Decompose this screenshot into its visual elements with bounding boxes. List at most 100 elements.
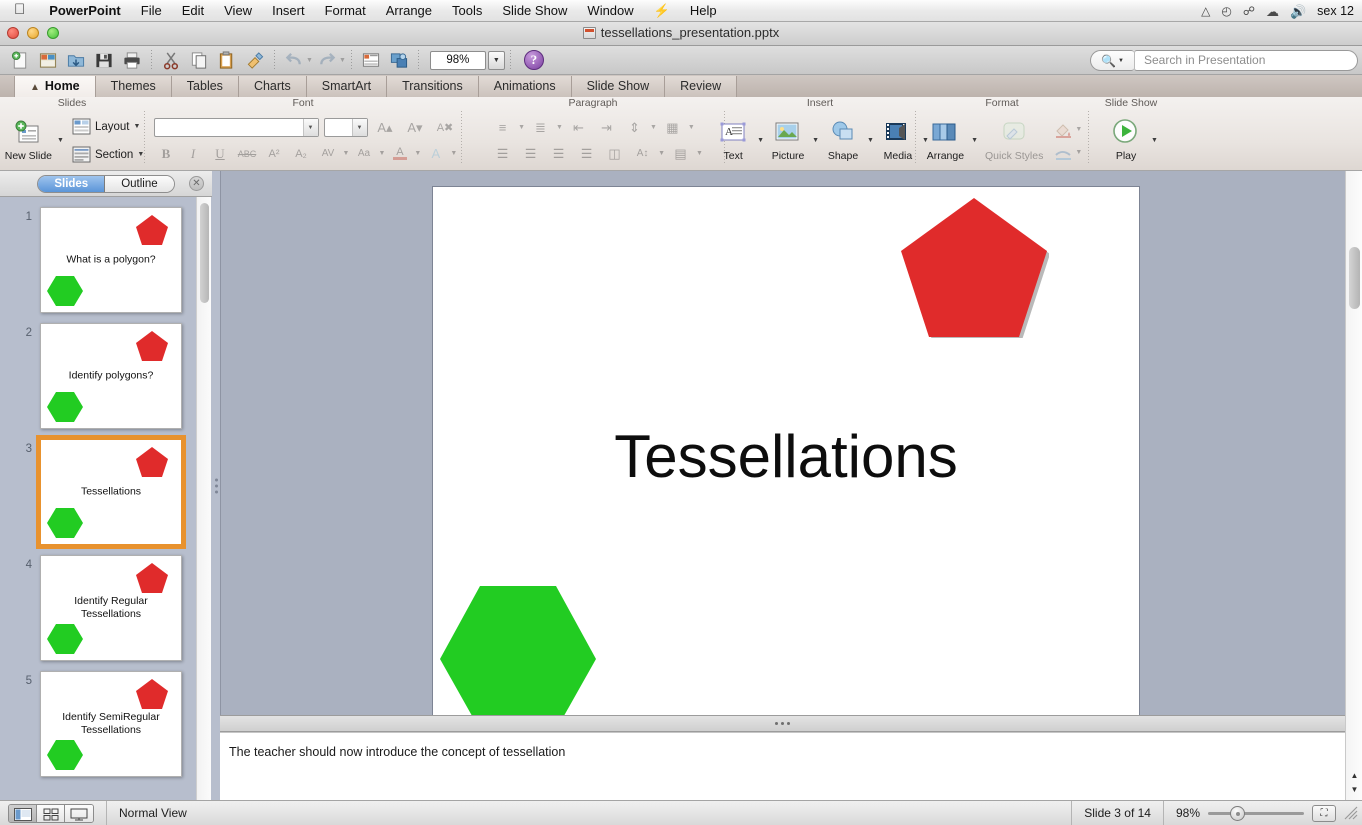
insert-shape-arrow[interactable]: ▼ xyxy=(867,137,874,144)
tab-smartart[interactable]: SmartArt xyxy=(306,76,386,97)
normal-view-button[interactable] xyxy=(9,805,37,823)
columns-button[interactable]: ▦ xyxy=(660,117,685,138)
redo-dropdown-arrow[interactable]: ▼ xyxy=(339,57,346,64)
new-slide-dropdown-arrow[interactable]: ▼ xyxy=(57,137,64,144)
volume-icon[interactable]: 🔊 xyxy=(1290,5,1306,18)
apple-logo-icon[interactable]:  xyxy=(14,2,25,17)
slide-canvas[interactable]: Tessellations xyxy=(432,186,1140,717)
drive-icon[interactable]: △ xyxy=(1201,5,1210,17)
slide-sorter-button[interactable] xyxy=(37,805,65,823)
menu-file[interactable]: File xyxy=(131,0,172,22)
help-button[interactable]: ? xyxy=(524,50,544,70)
list-item[interactable]: 5 Identify SemiRegular Tessellations xyxy=(0,661,196,777)
search-scope-button[interactable]: 🔍 ▼ xyxy=(1090,50,1134,71)
increase-indent-button[interactable]: ⇥ xyxy=(594,117,619,138)
menu-format[interactable]: Format xyxy=(315,0,376,22)
line-spacing-arrow[interactable]: ▼ xyxy=(650,124,657,131)
font-color-arrow[interactable]: ▼ xyxy=(414,150,421,157)
thumbnail-slide-2[interactable]: Identify polygons? xyxy=(40,323,182,429)
tab-transitions[interactable]: Transitions xyxy=(386,76,478,97)
open-file-button[interactable] xyxy=(63,48,89,72)
tab-slides[interactable]: Slides xyxy=(38,176,105,192)
menu-window[interactable]: Window xyxy=(577,0,643,22)
italic-button[interactable]: I xyxy=(181,143,206,164)
subscript-button[interactable]: A₂ xyxy=(289,143,314,164)
save-button[interactable] xyxy=(91,48,117,72)
list-item[interactable]: 2 Identify polygons? xyxy=(0,313,196,429)
tab-themes[interactable]: Themes xyxy=(95,76,171,97)
play-arrow[interactable]: ▼ xyxy=(1151,137,1158,144)
next-slide-button[interactable]: ▼ xyxy=(1348,782,1361,796)
slide-thumbnail-list[interactable]: 1 What is a polygon? 2 Identify polygons… xyxy=(0,197,196,800)
new-presentation-button[interactable] xyxy=(7,48,33,72)
menu-arrange[interactable]: Arrange xyxy=(376,0,442,22)
insert-picture-button[interactable]: Picture xyxy=(766,119,810,162)
menu-edit[interactable]: Edit xyxy=(172,0,214,22)
text-direction-button[interactable]: A↕ xyxy=(630,143,655,164)
change-case-button[interactable]: Aa xyxy=(351,143,376,164)
bluetooth-icon[interactable]: ☍ xyxy=(1243,5,1255,17)
redo-button[interactable] xyxy=(314,48,340,72)
notes-splitter-bar[interactable] xyxy=(220,715,1345,732)
bold-button[interactable]: B xyxy=(154,143,179,164)
character-spacing-button[interactable]: AV xyxy=(316,143,341,164)
convert-smartart-arrow[interactable]: ▼ xyxy=(696,150,703,157)
menu-tools[interactable]: Tools xyxy=(442,0,492,22)
zoom-value-field[interactable]: 98% xyxy=(430,51,486,70)
align-left-button[interactable]: ☰ xyxy=(490,143,515,164)
menu-help[interactable]: Help xyxy=(680,0,727,22)
new-from-template-button[interactable] xyxy=(35,48,61,72)
notes-pane[interactable]: The teacher should now introduce the con… xyxy=(220,732,1345,800)
undo-button[interactable] xyxy=(281,48,307,72)
close-icon[interactable]: ✕ xyxy=(189,176,204,191)
text-highlight-arrow[interactable]: ▼ xyxy=(450,150,457,157)
thumbnail-slide-5[interactable]: Identify SemiRegular Tessellations xyxy=(40,671,182,777)
align-center-button[interactable]: ☰ xyxy=(518,143,543,164)
character-spacing-arrow[interactable]: ▼ xyxy=(343,150,350,157)
undo-dropdown-arrow[interactable]: ▼ xyxy=(306,57,313,64)
media-browser-button[interactable] xyxy=(386,48,412,72)
play-button[interactable]: Play xyxy=(1104,119,1148,162)
bullets-button[interactable]: ≡ xyxy=(490,117,515,138)
underline-button[interactable]: U xyxy=(208,143,233,164)
main-vertical-scrollbar[interactable]: ▲ ▼ xyxy=(1345,171,1362,800)
shape-line-icon[interactable] xyxy=(1054,144,1073,161)
search-input[interactable]: Search in Presentation xyxy=(1134,50,1358,71)
text-highlight-button[interactable]: A xyxy=(423,143,448,164)
strikethrough-button[interactable]: ABC xyxy=(235,143,260,164)
flash-icon[interactable]: ⚡ xyxy=(644,0,680,22)
shape-line-arrow[interactable]: ▼ xyxy=(1075,149,1082,156)
section-button[interactable]: Section ▼ xyxy=(72,143,144,167)
copy-button[interactable] xyxy=(186,48,212,72)
font-color-button[interactable]: A xyxy=(387,143,412,164)
format-painter-button[interactable] xyxy=(242,48,268,72)
list-item[interactable]: 1 What is a polygon? xyxy=(0,197,196,313)
menu-bar-clock[interactable]: sex 12 xyxy=(1317,4,1354,18)
paste-button[interactable] xyxy=(214,48,240,72)
superscript-button[interactable]: A² xyxy=(262,143,287,164)
slide-title-text[interactable]: Tessellations xyxy=(433,422,1139,491)
insert-media-button[interactable]: Media xyxy=(876,119,920,162)
arrange-arrow[interactable]: ▼ xyxy=(971,137,978,144)
layout-button[interactable]: Layout ▼ xyxy=(72,115,144,139)
clear-formatting-button[interactable]: A✖ xyxy=(433,117,458,138)
hexagon-shape[interactable] xyxy=(438,584,598,717)
numbering-button[interactable]: ≣ xyxy=(528,117,553,138)
thumbnail-slide-4[interactable]: Identify Regular Tessellations xyxy=(40,555,182,661)
quick-styles-button[interactable]: Quick Styles xyxy=(980,119,1048,162)
arrange-button[interactable]: Arrange xyxy=(922,119,969,162)
convert-smartart-button[interactable]: ▤ xyxy=(668,143,693,164)
scrollbar-thumb[interactable] xyxy=(1349,247,1360,309)
thumbnail-slide-3[interactable]: Tessellations xyxy=(40,439,182,545)
sidebar-scrollbar-thumb[interactable] xyxy=(200,203,209,303)
clock-icon[interactable]: ◴ xyxy=(1221,5,1231,17)
justify-button[interactable]: ☰ xyxy=(574,143,599,164)
insert-text-button[interactable]: A Text xyxy=(711,119,755,162)
layout-dropdown-arrow[interactable]: ▼ xyxy=(134,123,141,130)
decrease-indent-button[interactable]: ⇤ xyxy=(566,117,591,138)
zoom-slider-knob[interactable] xyxy=(1230,806,1245,821)
numbering-arrow[interactable]: ▼ xyxy=(556,124,563,131)
zoom-dropdown-button[interactable]: ▼ xyxy=(488,51,505,70)
shape-fill-icon[interactable] xyxy=(1054,121,1073,138)
sidebar-scrollbar[interactable] xyxy=(196,197,211,800)
